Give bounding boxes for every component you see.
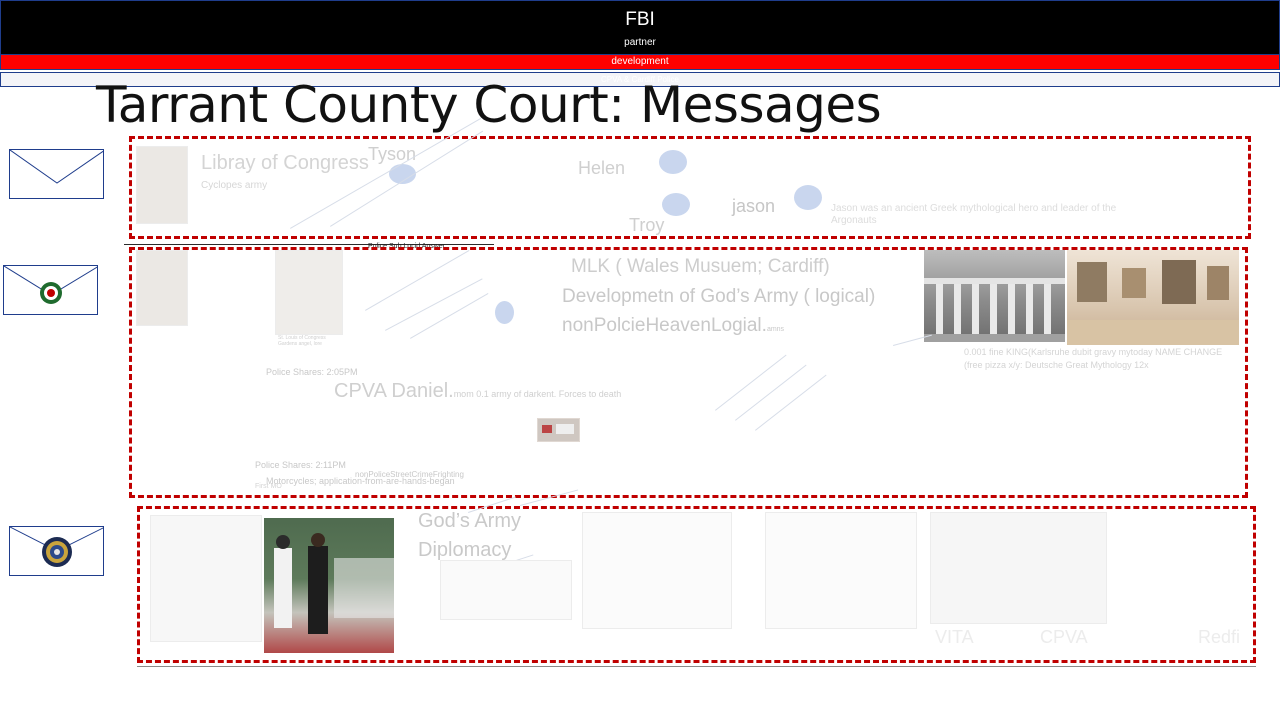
museum-note-1: 0.001 fine KING(Karlsruhe dubit gravy my…: [964, 347, 1223, 357]
page-title: Tarrant County Court: Messages: [96, 76, 882, 134]
diplomacy-figures: [274, 533, 394, 634]
gallery-frames: [1067, 260, 1239, 345]
cpva-suffix: mom 0.1 army of darkent. Forces to death: [453, 389, 622, 399]
envelope-icon[interactable]: [9, 149, 104, 199]
cpva-label: CPVA Daniel.mom 0.1 army of darkent. For…: [334, 380, 621, 403]
small-flag-photo: [537, 418, 580, 442]
faint-label-a: VITA: [935, 627, 974, 647]
envelope-wales-seal-icon[interactable]: [3, 265, 98, 315]
faint-card: [440, 560, 572, 620]
bottom-rule: [137, 666, 1256, 667]
nonpolice-suffix: amns: [766, 326, 785, 333]
name-tyson: Tyson: [368, 144, 417, 164]
name-troy: Troy: [629, 215, 665, 235]
faint-label-b: CPVA: [1040, 627, 1088, 647]
node-jason: [794, 185, 822, 210]
angel-photo-caption: St. Louis of Congress Gardens angel, lor…: [278, 335, 326, 347]
shares-time-2: Police Shares: 2:11PM: [255, 460, 346, 470]
row1-heading: Libray of Congress: [201, 152, 369, 174]
shares-time-1: Police Shares: 2:05PM: [266, 367, 358, 377]
header-title: FBI: [625, 9, 655, 30]
development-label: Developmetn of God’s Army ( logical): [562, 286, 876, 307]
faint-photo: [150, 515, 262, 642]
header-subtitle: partner: [624, 37, 656, 48]
motorcycles-label: Motorcycles; application-from-are-hands-…: [266, 476, 455, 486]
node-development: [495, 301, 514, 324]
statue-thumbnail: [136, 250, 188, 326]
jason-note: Jason was an ancient Greek mythological …: [831, 203, 1117, 226]
museum-facade-photo: [924, 250, 1065, 342]
faint-label-c: Redfi: [1198, 627, 1241, 647]
cpva-text: CPVA Daniel.: [334, 380, 454, 402]
nonpolice-label: nonPolcieHeavenLogial.amns: [562, 315, 784, 337]
envelope-flap: [10, 527, 103, 567]
diplomacy-photo: [264, 518, 394, 653]
faint-map: [930, 512, 1107, 624]
name-jason: jason: [732, 196, 776, 216]
angel-photo: [275, 250, 343, 335]
envelope-dod-seal-icon[interactable]: [9, 526, 104, 576]
gallery-interior-photo: [1067, 250, 1239, 345]
header-bar: FBI partner: [0, 0, 1280, 55]
envelope-flap: [4, 266, 97, 304]
gods-army-label: God’s Army: [418, 510, 521, 532]
faint-card: [765, 512, 917, 629]
museum-columns: [924, 278, 1065, 342]
envelope-flap: [10, 150, 103, 184]
node-helen: [659, 150, 687, 174]
nonpolice-text: nonPolcieHeavenLogial.: [562, 315, 767, 336]
museum-note-2: (free pizza x/y: Deutsche Great Mytholog…: [964, 360, 1149, 370]
first-label: First MO: [255, 483, 282, 490]
development-bar: development: [0, 54, 1280, 70]
node-troy: [662, 193, 690, 216]
flag-detail: [542, 424, 574, 434]
mlk-label: MLK ( Wales Musuem; Cardiff): [571, 256, 830, 277]
diplomacy-label: Diplomacy: [418, 539, 512, 561]
name-helen: Helen: [578, 158, 626, 178]
faint-card: [582, 512, 732, 629]
row1-subheading: Cyclopes army: [201, 180, 268, 191]
statue-thumbnail: [136, 146, 188, 224]
